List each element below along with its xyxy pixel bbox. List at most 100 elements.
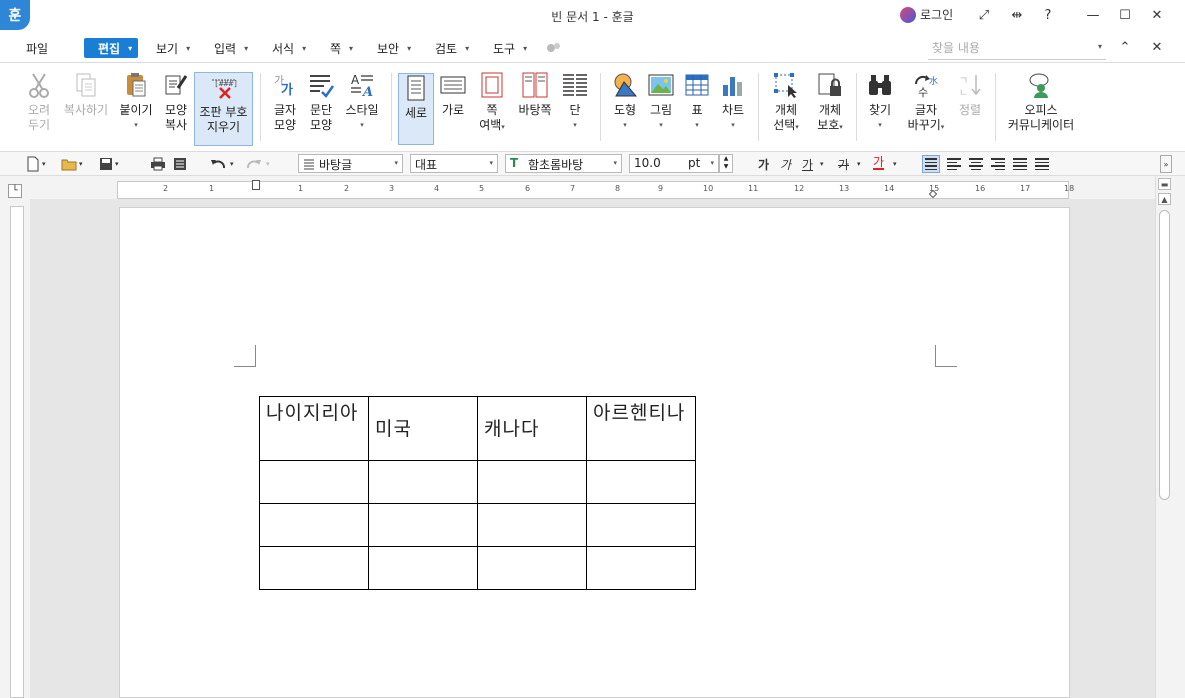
font-color-options-icon[interactable]: ▾ [893, 155, 897, 173]
new-document-icon[interactable]: ▾ [26, 155, 46, 173]
char-shape-button[interactable]: 가가 글자 모양 [268, 71, 302, 133]
maximize-button[interactable]: ☐ [1112, 4, 1138, 26]
font-size-stepper[interactable]: ▲ ▼ [719, 154, 733, 173]
redo-icon[interactable]: ▾ [246, 155, 270, 173]
ruler-number: 16 [975, 184, 986, 193]
indent-marker[interactable] [252, 180, 260, 190]
underline-options-icon[interactable]: ▾ [820, 155, 824, 173]
collapse-ribbon-icon[interactable]: ⌃ [1112, 36, 1138, 58]
app-logo[interactable]: 훈 [0, 0, 30, 30]
underline-button[interactable]: 가 [802, 155, 813, 173]
font-select[interactable]: T 함초롬바탕 ▾ [505, 154, 622, 173]
menu-view[interactable]: 보기 ▾ [156, 38, 190, 58]
cut-button[interactable]: 오려 두기 [20, 71, 58, 133]
select-object-button[interactable]: 개체 선택▾ [766, 71, 806, 135]
format-copy-button[interactable]: 모양 복사 [160, 71, 192, 133]
help-icon[interactable]: ? [1035, 4, 1061, 26]
font-color-button[interactable]: 가 [873, 155, 885, 170]
align-split-button[interactable] [1033, 155, 1051, 173]
vertical-ruler[interactable] [10, 206, 24, 698]
bold-button[interactable]: 가 [758, 155, 769, 173]
landscape-button[interactable]: 가로 [437, 71, 469, 118]
table-cell[interactable]: 캐나다 [477, 396, 587, 461]
tab-type-icon[interactable]: └ [8, 184, 22, 198]
toolbar-expand-icon[interactable]: » [1160, 155, 1172, 173]
fullscreen-icon[interactable]: ⤢ [971, 4, 997, 26]
undo-icon[interactable]: ▾ [210, 155, 234, 173]
menu-page[interactable]: 쪽 ▾ [330, 38, 353, 58]
portrait-button[interactable]: 세로 [398, 73, 434, 145]
table-cell[interactable] [368, 503, 478, 547]
columns-button[interactable]: 단 ▾ [560, 71, 590, 133]
print-preview-icon[interactable] [173, 155, 187, 173]
table-cell[interactable] [477, 503, 587, 547]
menu-review[interactable]: 검토 ▾ [435, 38, 469, 58]
language-select[interactable]: 대표 ▾ [410, 154, 498, 173]
menu-tools[interactable]: 도구 ▾ [493, 38, 527, 58]
style-select[interactable]: 바탕글 ▾ [298, 154, 403, 173]
chevron-down-icon: ▾ [360, 121, 364, 129]
settings-gear-icon[interactable] [545, 38, 561, 58]
style-button[interactable]: AA 스타일 ▾ [342, 71, 382, 133]
table-cell[interactable] [259, 546, 369, 590]
picture-button[interactable]: 그림 ▾ [645, 71, 677, 133]
office-communicator-button[interactable]: 오피스 커뮤니케이터 [1004, 71, 1078, 133]
table-cell[interactable]: 나이지리아 [259, 396, 369, 461]
horizontal-ruler[interactable]: 2 1 1 2 3 4 5 6 7 8 9 10 11 12 13 14 15 … [117, 180, 1074, 199]
find-button[interactable]: 찾기 ▾ [864, 71, 896, 133]
menu-file[interactable]: 파일 [26, 38, 48, 58]
table-button[interactable]: 표 ▾ [682, 71, 712, 133]
copy-button[interactable]: 복사하기 [62, 71, 110, 118]
scrollbar-split-icon[interactable]: ▬ [1158, 178, 1171, 190]
scroll-up-icon[interactable]: ▲ [1158, 193, 1171, 205]
align-right-button[interactable] [989, 155, 1007, 173]
table-cell[interactable] [368, 546, 478, 590]
close-document-button[interactable]: ✕ [1144, 36, 1170, 58]
print-icon[interactable] [150, 155, 166, 173]
table-cell[interactable] [586, 546, 696, 590]
chart-button[interactable]: 차트 ▾ [718, 71, 748, 133]
align-justify-button[interactable] [922, 155, 940, 173]
menu-insert[interactable]: 입력 ▾ [214, 38, 248, 58]
paste-button[interactable]: 붙이기 ▾ [116, 71, 156, 133]
align-center-button[interactable] [967, 155, 985, 173]
open-folder-icon[interactable]: ▾ [61, 155, 83, 173]
save-icon[interactable]: ▾ [99, 155, 119, 173]
chevron-down-icon[interactable]: ▾ [1098, 42, 1102, 51]
menu-format[interactable]: 서식 ▾ [272, 38, 306, 58]
menu-security[interactable]: 보안 ▾ [377, 38, 411, 58]
table-cell[interactable] [477, 460, 587, 504]
clear-format-button[interactable]: [###] 조판 부호 지우기 [194, 72, 253, 146]
strike-options-icon[interactable]: ▾ [857, 155, 861, 173]
table-cell[interactable] [477, 546, 587, 590]
login-button[interactable]: 로그인 [900, 6, 953, 23]
font-size-input[interactable]: 10.0 pt ▾ [629, 154, 719, 173]
sort-icon: ㄱㄴ [956, 71, 984, 99]
align-distribute-button[interactable] [1011, 155, 1029, 173]
sort-button[interactable]: ㄱㄴ 정렬 [955, 71, 985, 118]
document-table[interactable]: 나이지리아 미국 캐나다 아르헨티나 [259, 396, 696, 590]
table-cell[interactable] [259, 503, 369, 547]
minimize-button[interactable]: — [1080, 4, 1106, 26]
menu-edit[interactable]: 편집 ▾ [84, 38, 139, 58]
italic-button[interactable]: 가 [780, 155, 791, 173]
strikethrough-button[interactable]: 가 [838, 155, 849, 173]
scrollbar-thumb[interactable] [1159, 210, 1170, 500]
table-cell[interactable]: 미국 [368, 396, 478, 461]
table-cell[interactable] [368, 460, 478, 504]
table-cell[interactable]: 아르헨티나 [586, 396, 696, 461]
width-fit-icon[interactable]: ⇹ [1004, 4, 1030, 26]
protect-object-button[interactable]: 개체 보호▾ [810, 71, 850, 135]
shape-button[interactable]: 도형 ▾ [608, 71, 642, 133]
para-shape-button[interactable]: 문단 모양 [304, 71, 338, 133]
align-left-button[interactable] [945, 155, 963, 173]
page-margin-button[interactable]: 쪽 여백▾ [474, 71, 510, 135]
vertical-scrollbar[interactable]: ▬ ▲ [1155, 176, 1173, 698]
background-page-button[interactable]: 바탕쪽 [515, 71, 555, 118]
search-input[interactable]: 찾을 내용 ▾ [928, 36, 1106, 60]
table-cell[interactable] [586, 503, 696, 547]
table-cell[interactable] [586, 460, 696, 504]
replace-button[interactable]: 水수 글자 바꾸기▾ [903, 71, 949, 135]
table-cell[interactable] [259, 460, 369, 504]
close-window-button[interactable]: ✕ [1144, 4, 1170, 26]
